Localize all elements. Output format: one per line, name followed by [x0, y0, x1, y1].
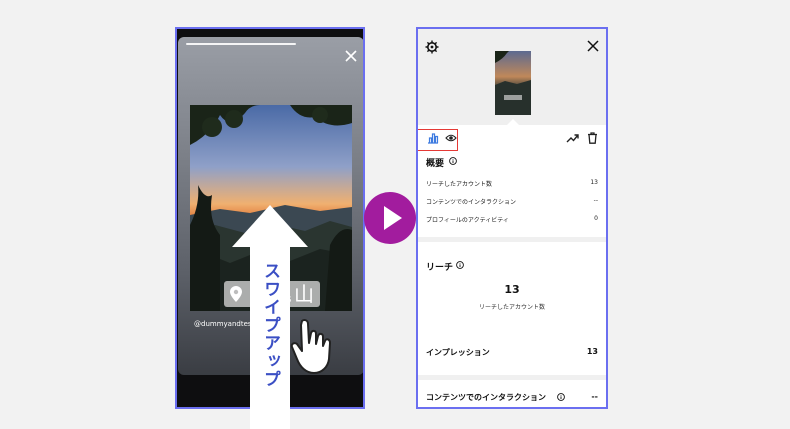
insights-header: [418, 29, 606, 125]
overview-row-label: プロフィールのアクティビティ: [426, 217, 509, 224]
story-progress-bar: [186, 43, 296, 45]
overview-row-value: --: [593, 197, 598, 204]
section-divider: [418, 237, 606, 242]
reach-title: リーチ: [426, 263, 454, 273]
play-icon: [384, 206, 402, 230]
play-button[interactable]: [364, 192, 416, 244]
insights-phone: 概要 リーチしたアカウント数 13 コンテンツでのインタラクション -- プロフ…: [416, 27, 608, 409]
bar-chart-icon[interactable]: [427, 132, 439, 144]
section-divider: [418, 375, 606, 380]
reach-count: 13: [504, 283, 520, 296]
insights-tabbar: [418, 125, 606, 153]
swipe-up-label: スワイプアップ: [260, 262, 280, 388]
gear-icon[interactable]: [425, 40, 439, 54]
story-thumbnail[interactable]: [495, 51, 531, 115]
overview-row-label: コンテンツでのインタラクション: [426, 199, 517, 206]
reach-subtitle: リーチしたアカウント数: [478, 304, 545, 311]
trash-icon[interactable]: [587, 132, 598, 144]
overview-row-value: 13: [590, 179, 598, 186]
info-icon[interactable]: [456, 261, 464, 269]
close-icon[interactable]: [587, 40, 599, 52]
overview-title: 概要: [426, 159, 445, 169]
impressions-value: 13: [586, 347, 598, 356]
close-icon[interactable]: [344, 49, 358, 63]
interactions-title: コンテンツでのインタラクション: [426, 393, 546, 402]
trend-icon[interactable]: [566, 132, 579, 144]
info-icon[interactable]: [449, 157, 457, 165]
interactions-value: --: [591, 392, 598, 401]
overview-row-label: リーチしたアカウント数: [426, 181, 493, 188]
info-icon[interactable]: [557, 393, 565, 401]
overview-row-value: 0: [594, 215, 598, 222]
eye-icon[interactable]: [445, 132, 457, 144]
impressions-label: インプレッション: [426, 348, 490, 357]
